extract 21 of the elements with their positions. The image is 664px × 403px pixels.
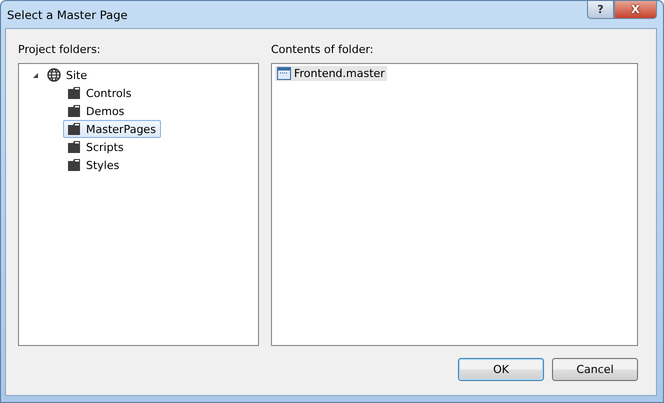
panel-label: Project folders: [18, 43, 102, 57]
help-button[interactable]: ? [587, 1, 614, 19]
expand-arrow-icon[interactable] [32, 72, 38, 78]
folder-icon [67, 104, 81, 118]
window-title: Select a Master Page [7, 8, 128, 22]
tree-item[interactable]: Styles [63, 156, 124, 174]
dialog-button[interactable]: OK [458, 358, 544, 381]
tree-item[interactable]: Controls [63, 84, 136, 102]
tree-item[interactable]: Demos [63, 102, 130, 120]
folder-icon [67, 122, 81, 136]
file-item[interactable]: Frontend.master [275, 66, 387, 81]
folder-icon [67, 158, 81, 172]
tree-item[interactable]: Scripts [63, 138, 129, 156]
tree-item[interactable]: Site [43, 66, 92, 84]
globe-icon [47, 68, 61, 82]
master-page-icon [277, 67, 291, 80]
folder-icon [67, 140, 81, 154]
panel-label: Contents of folder: [271, 43, 375, 57]
tree-item[interactable]: MasterPages [63, 120, 161, 138]
folder-icon [67, 86, 81, 100]
dialog-button[interactable]: Cancel [552, 358, 638, 381]
